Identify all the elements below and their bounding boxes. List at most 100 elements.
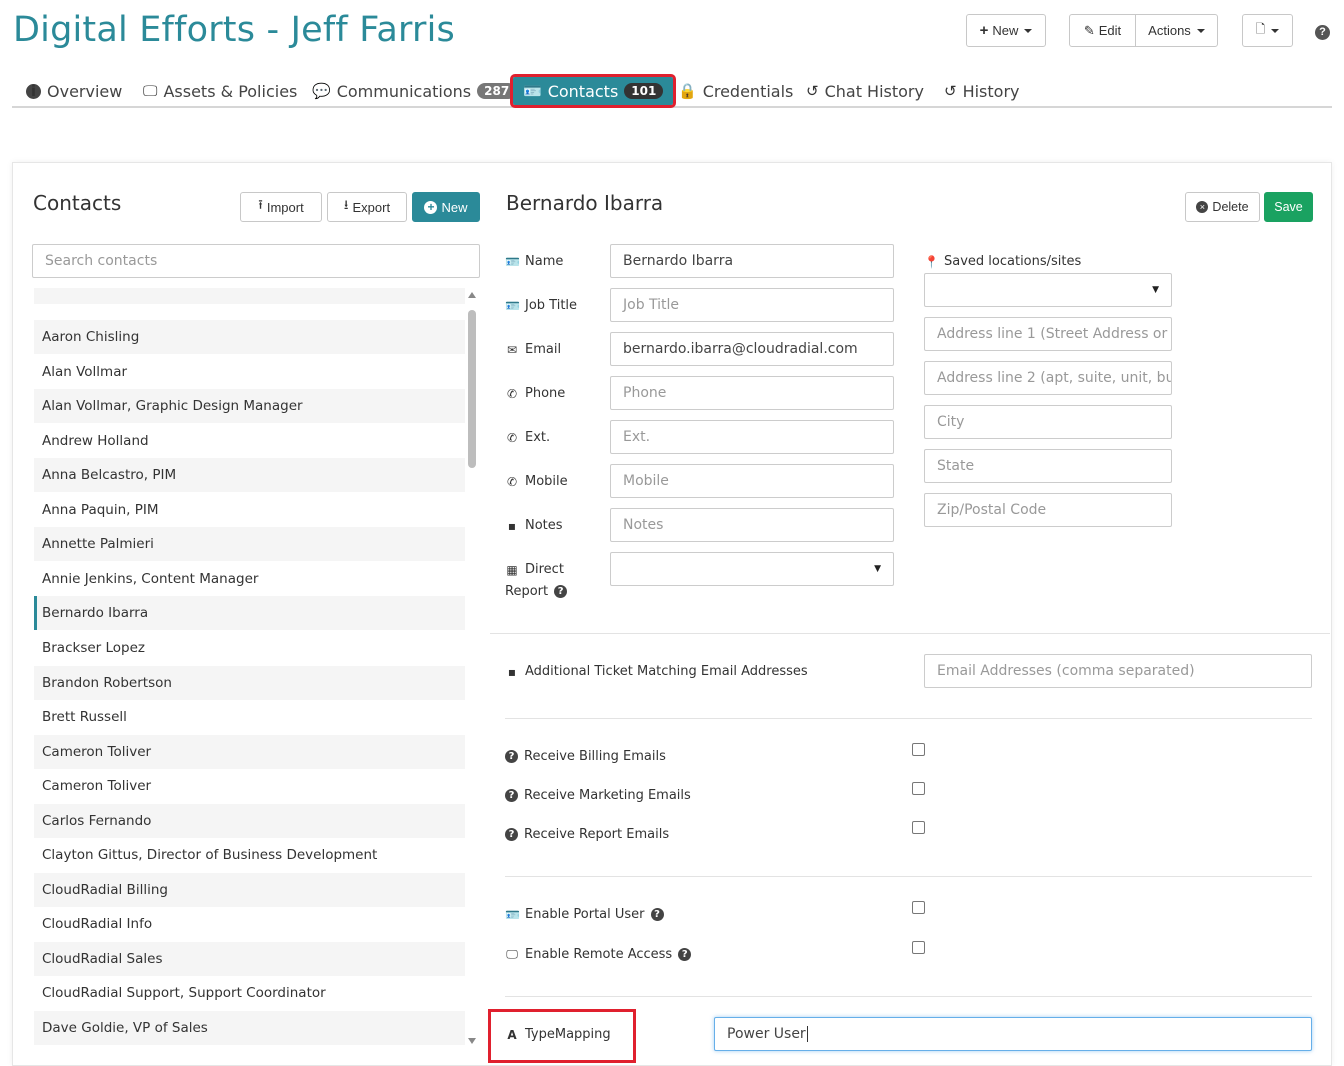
- contact-list-item[interactable]: CloudRadial Billing: [34, 872, 465, 907]
- direct-report-label-line2: Report?: [505, 584, 568, 599]
- notes-input[interactable]: Notes: [610, 508, 894, 542]
- enable-portal-checkbox[interactable]: [912, 901, 925, 914]
- divider: [490, 633, 1330, 634]
- id-card-icon: 🪪: [505, 298, 520, 313]
- tab-credentials[interactable]: 🔒 Credentials: [678, 74, 793, 108]
- contact-list-item[interactable]: Bernardo Ibarra: [34, 596, 465, 631]
- communications-count-badge: 287: [477, 83, 517, 99]
- download-icon: ⭳: [343, 197, 349, 212]
- lock-icon: 🔒: [678, 82, 697, 100]
- tab-chat-history[interactable]: ↺ Chat History: [806, 74, 924, 108]
- tab-communications[interactable]: 💬 Communications 287: [312, 74, 517, 108]
- upload-icon: ⭱: [258, 197, 263, 212]
- job-title-input[interactable]: Job Title: [610, 288, 894, 322]
- scroll-down-arrow-icon[interactable]: [468, 1038, 476, 1044]
- id-card-icon: 🪪: [505, 907, 520, 922]
- contact-list-item[interactable]: Brett Russell: [34, 700, 465, 734]
- city-input[interactable]: City: [924, 405, 1172, 439]
- contact-list-item[interactable]: Cameron Toliver: [34, 734, 465, 769]
- receive-report-checkbox[interactable]: [912, 821, 925, 834]
- edit-button[interactable]: ✎ Edit: [1069, 14, 1136, 47]
- contact-list-item[interactable]: Anna Belcastro, PIM: [34, 458, 465, 493]
- receive-marketing-checkbox[interactable]: [912, 782, 925, 795]
- contact-list-item[interactable]: Carlos Fernando: [34, 803, 465, 838]
- additional-emails-input[interactable]: Email Addresses (comma separated): [924, 654, 1312, 688]
- comments-icon: 💬: [312, 82, 331, 100]
- contacts-count-badge: 101: [624, 83, 664, 99]
- contact-name: CloudRadial Sales: [42, 950, 163, 967]
- contact-name: Cameron Toliver: [42, 743, 152, 760]
- id-card-icon: 🪪: [505, 254, 520, 269]
- contact-list-item[interactable]: Aaron Chisling: [34, 320, 465, 354]
- contact-name-heading: Bernardo Ibarra: [506, 191, 664, 215]
- help-icon[interactable]: ?: [1315, 23, 1330, 40]
- mobile-input[interactable]: Mobile: [610, 464, 894, 498]
- contact-list-item[interactable]: Clayton Gittus, Director of Business Dev…: [34, 838, 465, 872]
- dropdown-arrow-icon: ▼: [1152, 285, 1159, 295]
- contact-list-item[interactable]: Anna Paquin, PIM: [34, 493, 465, 527]
- direct-report-select[interactable]: ▼: [610, 552, 894, 586]
- state-input[interactable]: State: [924, 449, 1172, 483]
- phone-icon: ✆: [506, 474, 518, 489]
- contact-list-item[interactable]: CloudRadial Support, Support Coordinator: [34, 976, 465, 1010]
- font-icon: A: [507, 1027, 517, 1042]
- receive-report-label: ? Receive Report Emails: [505, 827, 669, 842]
- phone-label: ✆ Phone: [506, 386, 566, 401]
- contact-name: CloudRadial Support, Support Coordinator: [42, 985, 326, 1002]
- saved-locations-select[interactable]: ▼: [924, 273, 1172, 307]
- phone-input[interactable]: Phone: [610, 376, 894, 410]
- help-icon[interactable]: ?: [505, 750, 518, 763]
- divider: [505, 718, 1312, 719]
- address-line-2-input[interactable]: Address line 2 (apt, suite, unit, buil: [924, 361, 1172, 395]
- new-dropdown-button[interactable]: + New: [966, 14, 1046, 47]
- ext-input[interactable]: Ext.: [610, 420, 894, 454]
- actions-dropdown-button[interactable]: Actions: [1135, 14, 1218, 47]
- contact-list-scrollbar[interactable]: [467, 292, 477, 1047]
- contact-list-item[interactable]: Alan Vollmar: [34, 355, 465, 389]
- help-icon[interactable]: ?: [650, 908, 664, 921]
- contact-list-item[interactable]: Annette Palmieri: [34, 527, 465, 562]
- contact-name: Brett Russell: [42, 709, 127, 726]
- new-contact-button[interactable]: + New: [412, 192, 480, 222]
- help-icon[interactable]: ?: [505, 828, 518, 841]
- contact-list-item[interactable]: Brandon Robertson: [34, 665, 465, 700]
- contact-list-item[interactable]: CloudRadial Sales: [34, 941, 465, 976]
- history-icon: ↺: [806, 82, 819, 100]
- delete-button[interactable]: × Delete: [1185, 192, 1260, 222]
- tab-contacts[interactable]: 🪪 Contacts 101: [509, 74, 677, 108]
- plus-circle-icon: +: [424, 200, 438, 214]
- help-icon[interactable]: ?: [678, 948, 692, 961]
- name-input[interactable]: Bernardo Ibarra: [610, 244, 894, 278]
- contact-list-item[interactable]: Dave Goldie, VP of Sales: [34, 1011, 465, 1045]
- help-icon[interactable]: ?: [554, 585, 568, 598]
- contact-list-item[interactable]: Alan Vollmar, Graphic Design Manager: [34, 389, 465, 424]
- scroll-up-arrow-icon[interactable]: [468, 292, 476, 298]
- text-cursor: [806, 1026, 808, 1042]
- contact-list-item[interactable]: Annie Jenkins, Content Manager: [34, 562, 465, 596]
- scrollbar-thumb[interactable]: [468, 310, 476, 468]
- address-line-1-input[interactable]: Address line 1 (Street Address or P: [924, 317, 1172, 351]
- export-file-dropdown-button[interactable]: 🗋: [1242, 14, 1293, 47]
- contact-list-item[interactable]: Cameron Toliver: [34, 769, 465, 803]
- typemapping-input[interactable]: Power User: [714, 1017, 1312, 1051]
- export-button[interactable]: ⭳ Export: [327, 192, 407, 222]
- tab-history[interactable]: ↺ History: [944, 74, 1020, 108]
- saved-locations-label: 📍 Saved locations/sites: [924, 254, 1082, 269]
- email-input[interactable]: bernardo.ibarra@cloudradial.com: [610, 332, 894, 366]
- save-button[interactable]: Save: [1264, 192, 1313, 222]
- monitor-icon: 🖵: [506, 947, 518, 961]
- enable-remote-checkbox[interactable]: [912, 941, 925, 954]
- help-icon[interactable]: ?: [505, 789, 518, 802]
- contact-list-item[interactable]: Andrew Holland: [34, 424, 465, 458]
- search-contacts-input[interactable]: Search contacts: [32, 244, 480, 278]
- contact-name: Aaron Chisling: [42, 329, 140, 345]
- contact-list-item[interactable]: Brackser Lopez: [34, 631, 465, 665]
- contact-list-item[interactable]: CloudRadial Info: [34, 907, 465, 941]
- zip-input[interactable]: Zip/Postal Code: [924, 493, 1172, 527]
- sticky-note-icon: ▪: [507, 518, 517, 533]
- tab-assets-policies[interactable]: 🖵 Assets & Policies: [143, 74, 297, 108]
- divider: [505, 996, 1312, 997]
- receive-billing-checkbox[interactable]: [912, 743, 925, 756]
- import-button[interactable]: ⭱ Import: [240, 192, 322, 222]
- tab-overview[interactable]: i Overview: [26, 74, 122, 108]
